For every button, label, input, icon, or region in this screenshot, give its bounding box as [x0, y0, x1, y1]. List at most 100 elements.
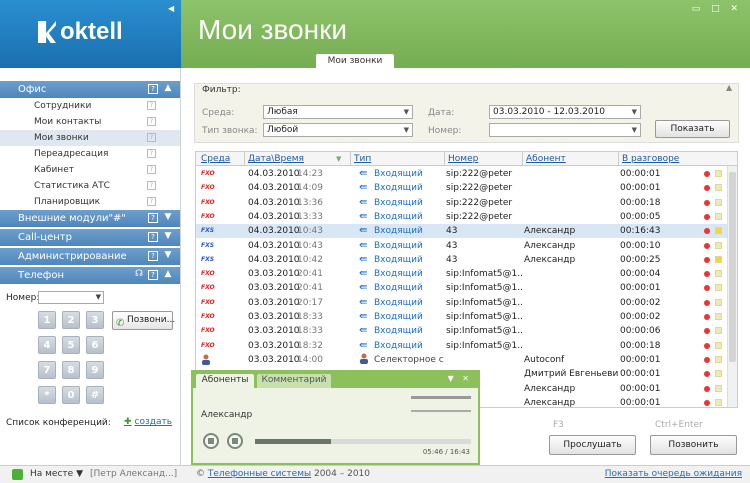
- panel-controls[interactable]: ▼ ✕: [448, 374, 472, 383]
- sidebar-item-cabinet[interactable]: Кабинет?: [0, 162, 180, 178]
- dial-key-4[interactable]: 4: [38, 336, 56, 354]
- help-icon[interactable]: ?: [147, 165, 156, 174]
- record-dot-icon[interactable]: [704, 285, 710, 292]
- table-row[interactable]: 03.03.201014:00 Селекторное с... Autoconf 0…: [196, 353, 728, 367]
- dial-key-7[interactable]: 7: [38, 361, 56, 379]
- pause-button[interactable]: [203, 433, 219, 449]
- note-icon[interactable]: [715, 241, 722, 249]
- record-dot-icon[interactable]: [704, 314, 710, 320]
- help-icon[interactable]: ?: [148, 270, 158, 280]
- dial-key-2[interactable]: 2: [62, 311, 80, 329]
- show-queue-link[interactable]: Показать очередь ожидания: [605, 469, 742, 479]
- volume-bar[interactable]: [411, 396, 471, 399]
- table-row[interactable]: FXS 04.03.2010 10:43 ⇚ Входящий 43 Александр 00…: [196, 239, 728, 253]
- help-icon[interactable]: ?: [147, 101, 156, 110]
- dial-key-0[interactable]: 0: [62, 386, 80, 404]
- note-icon[interactable]: [715, 355, 722, 363]
- record-dot-icon[interactable]: [704, 342, 710, 349]
- copyright-link[interactable]: Телефонные системы: [208, 469, 311, 479]
- col-source[interactable]: Среда: [198, 152, 230, 166]
- collapse-sidebar-icon[interactable]: ◀: [168, 4, 174, 13]
- table-row[interactable]: FXO 03.03.2010 20:41 ⇚ Входящий sip:Infomat5@…: [196, 267, 728, 281]
- note-icon[interactable]: [715, 255, 722, 263]
- dial-key-5[interactable]: 5: [62, 336, 80, 354]
- note-icon[interactable]: [715, 298, 722, 306]
- help-icon[interactable]: ?: [148, 84, 158, 94]
- col-duration[interactable]: В разговоре: [618, 152, 679, 166]
- show-button[interactable]: Показать: [655, 120, 730, 138]
- col-datetime[interactable]: Дата\Время: [244, 152, 304, 166]
- note-icon[interactable]: [715, 227, 722, 235]
- record-dot-icon[interactable]: [704, 171, 710, 177]
- sidebar-item-my-calls[interactable]: Мои звонки?: [0, 130, 180, 146]
- note-icon[interactable]: [715, 270, 722, 278]
- dial-key-6[interactable]: 6: [86, 336, 104, 354]
- record-dot-icon[interactable]: [704, 399, 710, 406]
- help-icon[interactable]: ?: [147, 181, 156, 190]
- table-scrollbar[interactable]: [727, 166, 737, 407]
- record-dot-icon[interactable]: [704, 371, 710, 378]
- table-row[interactable]: FXO 03.03.2010 18:32 ⇚ Входящий sip:Infomat5@…: [196, 339, 728, 353]
- record-dot-icon[interactable]: [704, 385, 710, 392]
- sidebar-item-redirect[interactable]: Переадресация?: [0, 146, 180, 162]
- dial-key-8[interactable]: 8: [62, 361, 80, 379]
- dial-key-hash[interactable]: #: [86, 386, 104, 404]
- dial-key-9[interactable]: 9: [86, 361, 104, 379]
- dial-call-button[interactable]: ✆ Позвони...: [112, 311, 175, 330]
- record-dot-icon[interactable]: [704, 328, 710, 335]
- filter-calltype-select[interactable]: Любой ▼: [263, 123, 413, 137]
- chevron-down-icon[interactable]: ▼: [96, 293, 101, 301]
- dial-key-3[interactable]: 3: [86, 311, 104, 329]
- window-controls[interactable]: ▭ □ ✕: [692, 4, 742, 14]
- note-icon[interactable]: [715, 184, 722, 192]
- help-icon[interactable]: ?: [148, 232, 158, 242]
- playback-progress[interactable]: [255, 439, 471, 444]
- col-abonent[interactable]: Абонент: [522, 152, 566, 166]
- status-text[interactable]: На месте ▼: [30, 469, 83, 479]
- sidebar-section-office[interactable]: Офис ? ▲: [0, 81, 180, 98]
- chevron-down-icon[interactable]: ▼: [163, 213, 173, 223]
- note-icon[interactable]: [715, 370, 722, 378]
- note-icon[interactable]: [715, 327, 722, 335]
- note-icon[interactable]: [715, 198, 722, 206]
- help-icon[interactable]: ?: [147, 133, 156, 142]
- table-row[interactable]: FXO 04.03.2010 13:33 ⇚ Входящий sip:222@peter…: [196, 210, 728, 224]
- note-icon[interactable]: [715, 284, 722, 292]
- filter-date-select[interactable]: 03.03.2010 - 12.03.2010 ▼: [489, 105, 641, 119]
- record-dot-icon[interactable]: [704, 242, 710, 249]
- help-icon[interactable]: ?: [147, 197, 156, 206]
- sidebar-item-scheduler[interactable]: Планировщик?: [0, 194, 180, 210]
- record-dot-icon[interactable]: [704, 199, 710, 206]
- tab-my-calls[interactable]: Мои звонки: [316, 54, 394, 68]
- table-row[interactable]: FXS 04.03.2010 10:43 ⇚ Входящий 43 Александр 00…: [196, 224, 728, 239]
- sidebar-item-contacts[interactable]: Мои контакты?: [0, 114, 180, 130]
- sidebar-section-admin[interactable]: Администрирование ? ▼: [0, 248, 180, 265]
- note-icon[interactable]: [715, 341, 722, 349]
- call-button[interactable]: Позвонить: [650, 435, 737, 455]
- create-conference-link[interactable]: ✚ создать: [124, 417, 172, 427]
- table-row[interactable]: FXO 04.03.2010 14:09 ⇚ Входящий sip:222@peter…: [196, 181, 728, 195]
- record-dot-icon[interactable]: [704, 213, 710, 220]
- table-row[interactable]: FXO 04.03.2010 14:23 ⇚ Входящий sip:222@peter…: [196, 167, 728, 181]
- chevron-down-icon[interactable]: ▼: [163, 251, 173, 261]
- chevron-down-icon[interactable]: ▼: [163, 232, 173, 242]
- phone-number-input[interactable]: ▼: [38, 291, 104, 304]
- chevron-up-icon[interactable]: ▲: [726, 83, 732, 92]
- note-icon[interactable]: [715, 313, 722, 320]
- help-icon[interactable]: ?: [148, 213, 158, 223]
- help-icon[interactable]: ?: [147, 117, 156, 126]
- tab-abonents[interactable]: Абоненты: [196, 374, 254, 388]
- help-icon[interactable]: ?: [148, 251, 158, 261]
- filter-number-select[interactable]: ▼: [489, 123, 641, 137]
- record-dot-icon[interactable]: [704, 228, 710, 235]
- sidebar-section-modules[interactable]: Внешние модули"#" ? ▼: [0, 210, 180, 227]
- record-dot-icon[interactable]: [704, 271, 710, 278]
- note-icon[interactable]: [715, 384, 722, 392]
- note-icon[interactable]: [715, 398, 722, 406]
- sidebar-item-employees[interactable]: Сотрудники?: [0, 98, 180, 114]
- table-row[interactable]: FXS 04.03.2010 10:42 ⇚ Входящий 43 Александр 00…: [196, 253, 728, 267]
- record-dot-icon[interactable]: [704, 185, 710, 192]
- status-online-icon[interactable]: [12, 469, 23, 480]
- tab-comment[interactable]: Комментарий: [257, 374, 331, 388]
- headset-icon[interactable]: ☊: [134, 270, 144, 280]
